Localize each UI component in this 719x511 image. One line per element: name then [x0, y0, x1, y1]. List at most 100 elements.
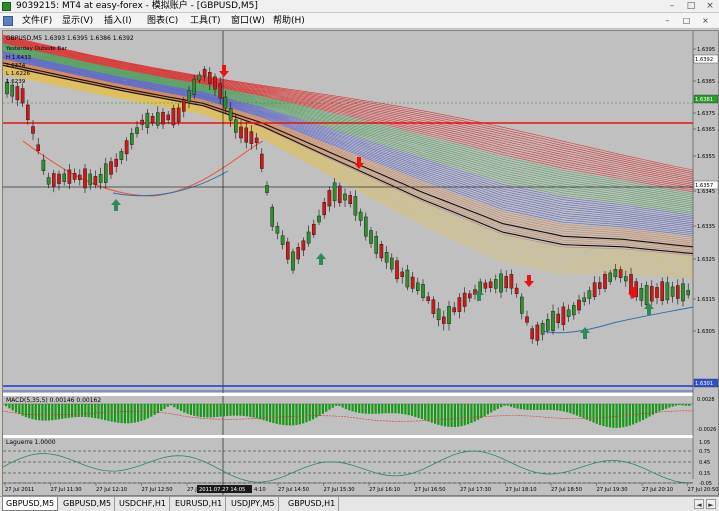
bull-candle	[670, 286, 675, 297]
bear-candle	[161, 111, 165, 125]
tab-gbpusd-h1[interactable]: GBPUSD,H1	[285, 497, 340, 511]
macd-histogram-bar	[397, 404, 400, 414]
macd-histogram-bar	[236, 404, 239, 416]
tab-scroll-left-button[interactable]: ◄	[694, 499, 704, 509]
maximize-button[interactable]: □	[685, 1, 697, 11]
bull-candle	[332, 182, 337, 202]
chart-window-icon[interactable]	[3, 16, 13, 26]
macd-histogram-bar	[94, 404, 97, 419]
menu-charts[interactable]: 图表(C)	[145, 13, 180, 29]
macd-histogram-bar	[443, 404, 447, 427]
macd-histogram-bar	[305, 404, 308, 423]
macd-histogram-bar	[394, 404, 397, 414]
menu-file[interactable]: 文件(F)	[20, 13, 54, 29]
macd-histogram-bar	[331, 404, 334, 408]
mdi-close-button[interactable]: ×	[700, 15, 711, 26]
macd-histogram-bar	[500, 404, 503, 408]
bear-candle	[52, 173, 56, 187]
macd-histogram-bar	[176, 404, 179, 410]
macd-histogram-bar	[64, 404, 67, 419]
time-tick-label: 27 Jul 18:50	[551, 487, 582, 493]
bear-candle	[286, 241, 290, 260]
bear-candle	[535, 324, 540, 341]
mdi-restore-button[interactable]: □	[681, 15, 692, 26]
price-chart-svg[interactable]: 1.63951.63851.63751.63651.63551.63451.63…	[3, 31, 718, 495]
bull-candle	[624, 276, 628, 282]
bull-candle	[46, 177, 51, 185]
macd-histogram-bar	[387, 404, 390, 414]
macd-histogram-bar	[569, 404, 572, 414]
macd-histogram-bar	[113, 404, 117, 423]
tab-gbpusd-m5-2[interactable]: GBPUSD,M5	[60, 497, 116, 511]
title-bar: 9039215: MT4 at easy-forex - 模拟账户 - [GBP…	[0, 0, 719, 13]
minimize-button[interactable]: –	[666, 1, 678, 11]
macd-histogram-bar	[671, 404, 674, 407]
macd-histogram-bar	[384, 404, 387, 414]
bear-candle	[462, 292, 467, 307]
bear-candle	[514, 287, 519, 294]
price-axis: 1.63951.63851.63751.63651.63551.63451.63…	[692, 31, 718, 495]
macd-histogram-bar	[635, 404, 638, 424]
macd-histogram-bar	[189, 404, 192, 415]
macd-histogram-bar	[579, 404, 582, 417]
macd-histogram-bar	[130, 404, 133, 424]
macd-histogram-bar	[84, 404, 87, 418]
bear-candle	[660, 281, 664, 301]
macd-histogram-bar	[212, 404, 216, 418]
bull-candle	[665, 282, 670, 301]
tab-usdchf-h1[interactable]: USDCHF,H1	[116, 497, 170, 511]
bear-candle	[124, 140, 129, 155]
macd-histogram-bar	[473, 404, 476, 422]
menu-help[interactable]: 帮助(H)	[271, 13, 307, 29]
bear-candle	[114, 158, 118, 167]
macd-histogram-bar	[183, 404, 186, 413]
bull-candle	[520, 296, 524, 314]
macd-histogram-bar	[612, 404, 615, 428]
bull-candle	[551, 311, 555, 331]
tab-gbpusd-m5-1[interactable]: GBPUSD,M5	[2, 497, 59, 511]
bull-candle	[192, 78, 197, 95]
macd-histogram-bar	[153, 404, 156, 415]
menu-tools[interactable]: 工具(T)	[188, 13, 223, 29]
macd-histogram-bar	[31, 404, 34, 420]
macd-histogram-bar	[206, 404, 209, 418]
chart-area[interactable]: 1.6395 1.6385 1.6375 1.6365 1.6355 1.6345 1.63…	[2, 30, 719, 496]
price-tick-label: 1.6395	[697, 47, 715, 53]
symbol-info-label: GBPUSD,M5 1.6393 1.6395 1.6386 1.6392	[6, 35, 134, 42]
macd-histogram-bar	[100, 404, 103, 420]
bull-candle	[499, 273, 503, 293]
macd-histogram-bar	[219, 404, 222, 417]
price-badge-label: 1.6381	[695, 97, 713, 103]
tab-usdjpy-m5[interactable]: USDJPY,M5	[228, 497, 279, 511]
tab-eurusd-h1[interactable]: EURUSD,H1	[172, 497, 227, 511]
bull-candle	[270, 206, 275, 227]
macd-histogram-bar	[358, 404, 361, 413]
macd-histogram-bar	[562, 404, 565, 412]
macd-histogram-bar	[252, 404, 255, 418]
macd-histogram-bar	[645, 404, 648, 419]
bull-candle	[291, 251, 295, 271]
mdi-minimize-button[interactable]: –	[662, 15, 673, 26]
bull-candle	[317, 215, 321, 223]
close-button[interactable]: ×	[704, 1, 716, 11]
bull-candle	[447, 306, 451, 324]
bear-candle	[140, 119, 145, 125]
macd-histogram-bar	[417, 404, 420, 418]
macd-histogram-bar	[5, 404, 8, 407]
bear-candle	[650, 286, 654, 302]
macd-histogram-bar	[74, 404, 77, 418]
bear-candle	[93, 176, 98, 185]
macd-histogram-bar	[110, 404, 113, 422]
menu-insert[interactable]: 插入(I)	[102, 13, 134, 29]
macd-histogram-bar	[140, 404, 143, 421]
macd-histogram-bar	[199, 404, 202, 418]
bull-candle	[41, 159, 46, 171]
bull-candle	[353, 196, 358, 216]
menu-window[interactable]: 窗口(W)	[229, 13, 267, 29]
time-tick-label: 27 Jul 20:50	[688, 487, 719, 493]
menu-view[interactable]: 显示(V)	[60, 13, 95, 29]
macd-histogram-bar	[476, 404, 480, 420]
buy-arrow-icon	[111, 199, 121, 211]
tab-scroll-right-button[interactable]: ►	[706, 499, 716, 509]
macd-histogram-bar	[288, 404, 291, 426]
